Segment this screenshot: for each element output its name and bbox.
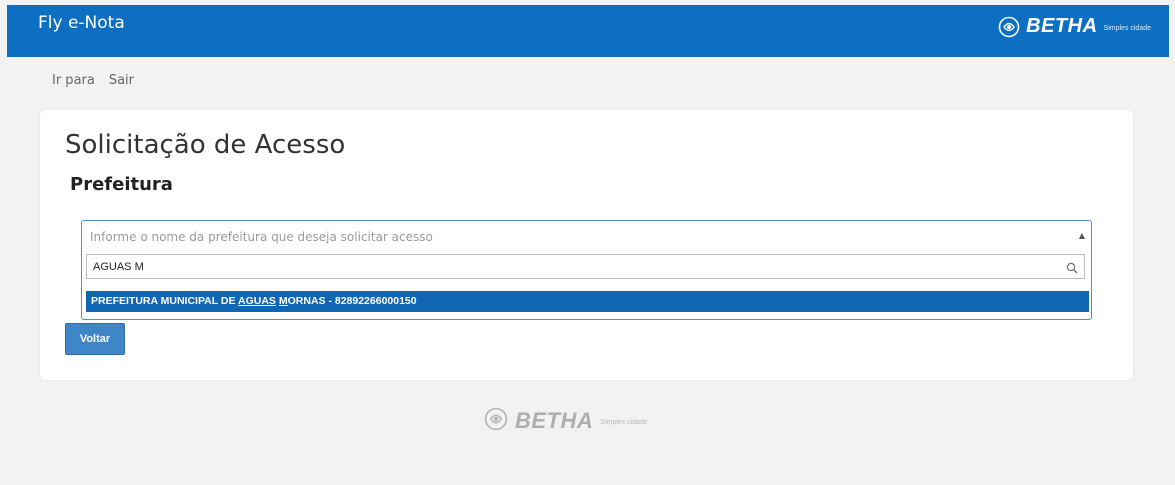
betha-logo-icon (484, 407, 508, 435)
nav-item-ir-para[interactable]: Ir para (52, 73, 95, 88)
search-icon (1066, 259, 1078, 278)
page-title: Solicitação de Acesso (65, 130, 346, 160)
select-option-result[interactable]: PREFEITURA MUNICIPAL DE AGUAS MORNAS - 8… (86, 291, 1089, 312)
caret-up-icon[interactable]: ▲ (1079, 231, 1085, 240)
section-title: Prefeitura (70, 174, 173, 195)
search-field[interactable] (86, 254, 1085, 279)
select-placeholder[interactable]: Informe o nome da prefeitura que deseja … (90, 230, 433, 244)
search-input[interactable] (87, 255, 1057, 278)
nav-item-sair[interactable]: Sair (109, 73, 134, 88)
option-match-a: AGUAS (238, 295, 276, 307)
app-title[interactable]: Fly e-Nota (38, 13, 125, 33)
access-request-card: Solicitação de Acesso Prefeitura Informe… (40, 110, 1133, 380)
option-suffix: ORNAS - 82892266000150 (287, 295, 417, 307)
brand-subtitle: Simples cidade (1103, 24, 1151, 32)
prefeitura-select[interactable]: Informe o nome da prefeitura que deseja … (81, 220, 1092, 320)
betha-logo-icon (998, 16, 1020, 38)
footer-brand: BETHA Simples cidade (484, 407, 648, 435)
option-match-b: M (278, 295, 288, 307)
brand-name: BETHA (1026, 15, 1098, 37)
footer-brand-subtitle: Simples cidade (600, 419, 648, 426)
option-prefix: PREFEITURA MUNICIPAL DE (91, 295, 239, 307)
betha-brand: BETHA Simples cidade (998, 15, 1151, 38)
top-header: Fly e-Nota BETHA Simples cidade (7, 5, 1169, 57)
back-button[interactable]: Voltar (65, 323, 125, 355)
footer-brand-name: BETHA (515, 408, 594, 433)
sub-navigation: Ir para Sair (52, 73, 134, 88)
